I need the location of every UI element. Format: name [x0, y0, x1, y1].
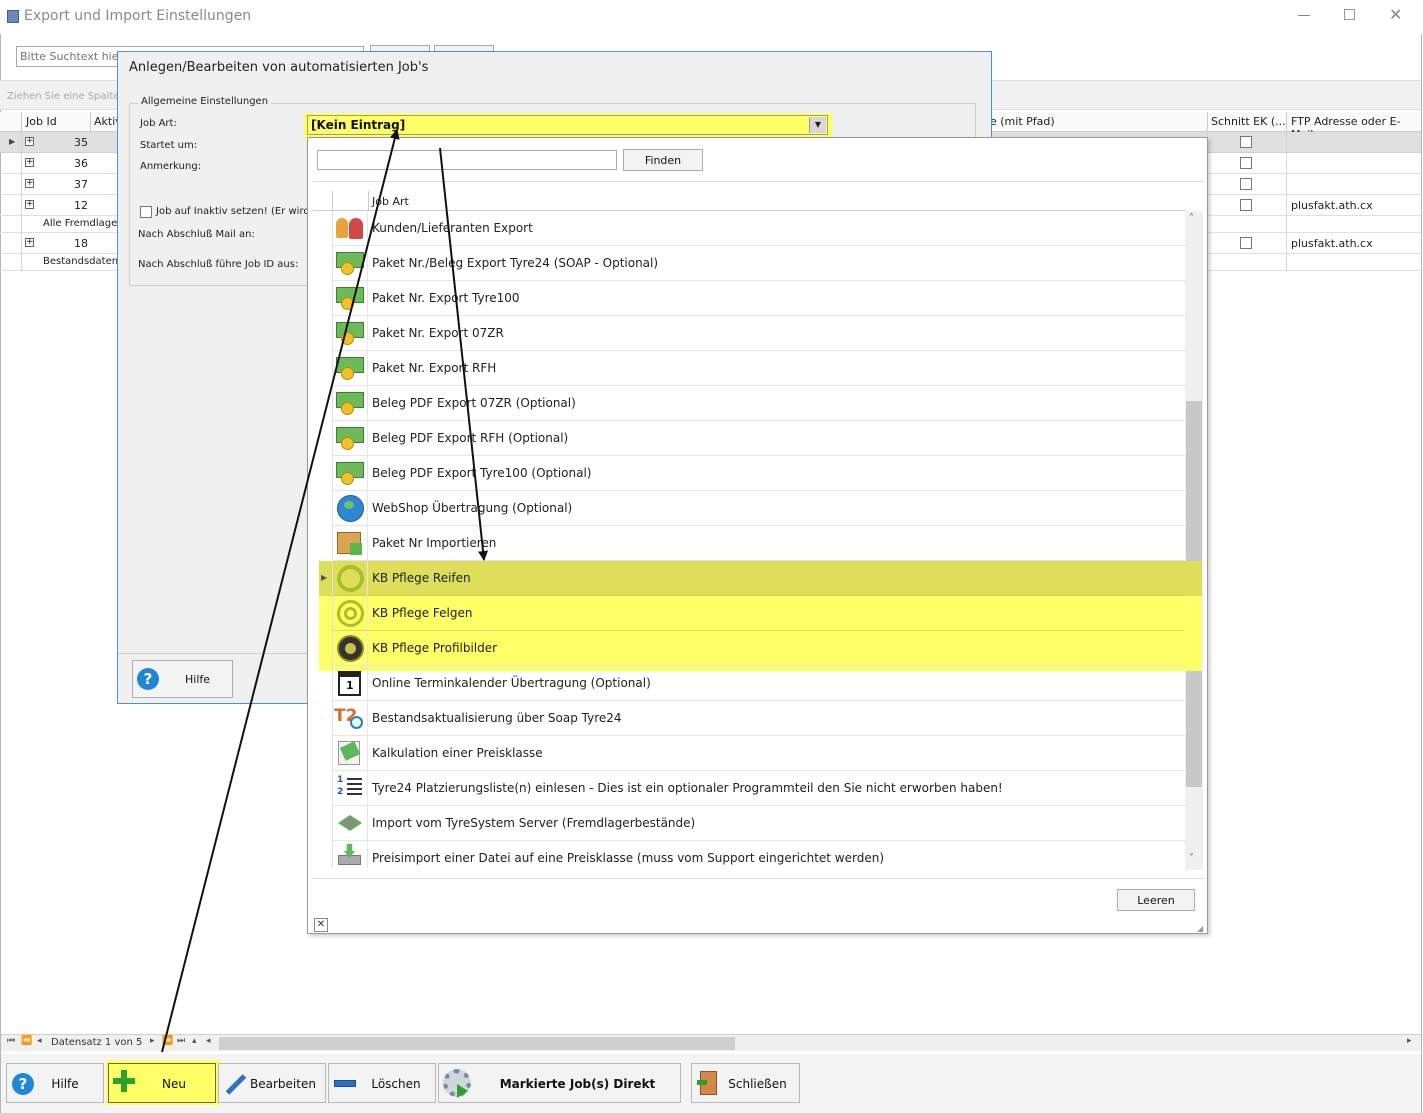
arrow-neu-to-combo	[161, 129, 400, 1053]
arrow-combo-to-reifen	[439, 147, 489, 561]
annotation-arrows	[161, 129, 489, 1053]
